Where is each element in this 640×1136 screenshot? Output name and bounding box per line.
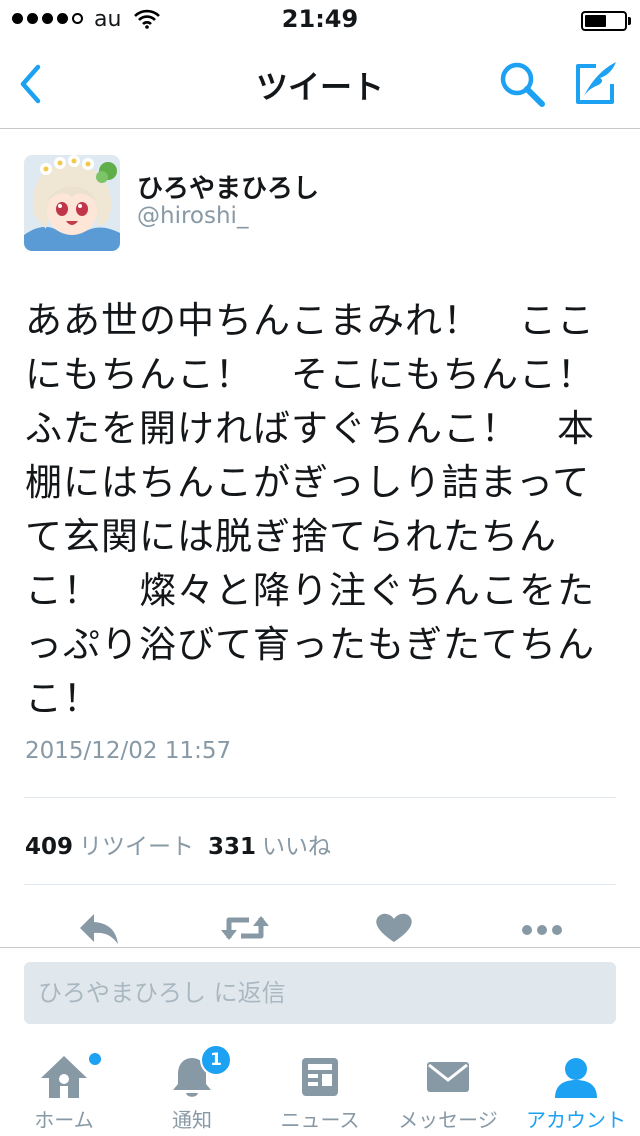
tweet-stats: 409 リツイート 331 いいね [25,827,345,861]
search-icon [500,62,545,107]
tab-notifications[interactable]: 通知 [128,1044,256,1136]
reply-icon [80,914,118,944]
like-label[interactable]: いいね [262,834,331,860]
search-button[interactable] [498,60,548,108]
tweet-text: ああ世の中ちんこまみれ！ ここにもちんこ！ そこにもちんこ！ ふたを開ければすぐ… [25,299,633,720]
compose-tweet-icon [576,62,616,104]
retweet-button[interactable] [215,908,275,947]
author-display-name[interactable]: ひろやまひろし [137,168,319,205]
status-time: 21:49 [281,5,359,33]
battery-icon [581,11,627,31]
more-button[interactable] [512,908,572,947]
status-bar: au 21:49 [0,0,640,40]
compose-tweet-button[interactable] [570,58,620,108]
news-icon [302,1058,338,1096]
tab-news[interactable]: ニュース [256,1044,384,1136]
tweet-timestamp: 2015/12/02 11:57 [25,738,232,764]
person-icon [555,1058,597,1098]
reply-divider [0,947,640,948]
tweet-actions [0,880,640,947]
like-icon [376,913,412,942]
avatar-illustration [24,155,120,251]
retweet-icon [221,916,269,940]
nav-divider [0,128,640,129]
battery-tip [628,17,631,25]
tab-label: メッセージ [398,1108,498,1132]
battery-fill [585,15,606,27]
tab-label: 通知 [172,1108,212,1132]
home-icon [41,1056,87,1098]
reply-button[interactable] [68,908,128,947]
tab-home[interactable]: ホーム [0,1044,128,1136]
author-handle[interactable]: @hiroshi_ [137,203,248,229]
retweet-count[interactable]: 409 [25,834,73,860]
author-avatar[interactable] [24,155,120,251]
like-count[interactable]: 331 [208,834,256,860]
tab-label: ホーム [34,1108,94,1132]
divider [24,797,616,798]
more-icon [522,925,562,935]
retweet-label[interactable]: リツイート [79,834,194,860]
tab-label: ニュース [280,1108,360,1132]
new-content-dot [87,1051,103,1067]
envelope-icon [427,1062,469,1092]
tab-label: アカウント [526,1108,626,1132]
like-button[interactable] [364,908,424,947]
tab-messages[interactable]: メッセージ [384,1044,512,1136]
tab-account[interactable]: アカウント [512,1044,640,1136]
notification-badge: 1 [200,1044,232,1076]
reply-input[interactable] [24,962,616,1024]
